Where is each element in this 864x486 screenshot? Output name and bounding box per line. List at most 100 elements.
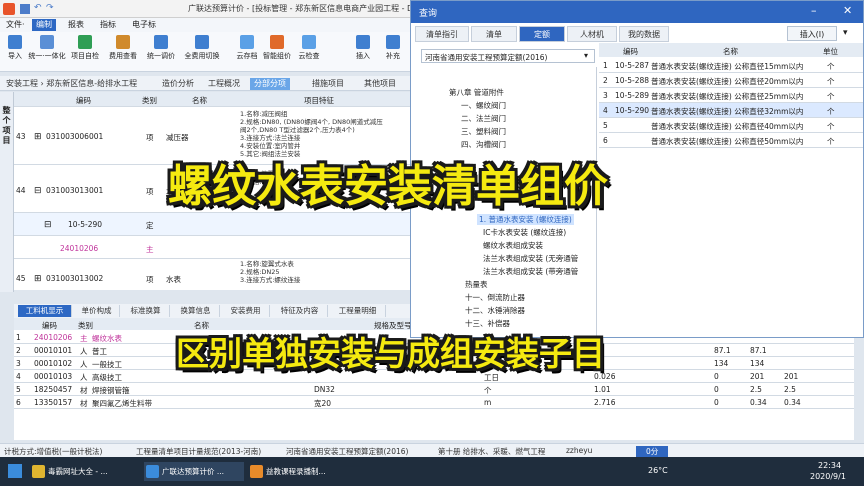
resource-type[interactable]: 人 [80, 372, 88, 383]
cloud-archive-button[interactable]: 云存档 [232, 35, 262, 61]
tab-my-data[interactable]: 我的数据 [619, 26, 669, 42]
resource-type[interactable]: 主 [80, 333, 88, 344]
task-glodon[interactable]: 广联达预算计价 ... [144, 462, 244, 481]
full-fee-switch-button[interactable]: 全费用切换 [182, 35, 222, 61]
resource-q3[interactable]: 2.5 [750, 385, 762, 394]
tab-standard-conversion[interactable]: 标准换算 [122, 305, 170, 317]
quota-unit[interactable]: 个 [827, 61, 835, 72]
resource-name[interactable]: 高级技工 [92, 372, 122, 383]
tab-resources[interactable]: 人材机 [567, 26, 617, 42]
row-code[interactable]: 24010206 [60, 244, 98, 253]
fee-view-button[interactable]: 费用查看 [108, 35, 138, 61]
resource-code[interactable]: 24010206 [34, 333, 72, 342]
tab-unit-price[interactable]: 单价构成 [74, 305, 120, 317]
redo-icon[interactable]: ↷ [46, 3, 54, 13]
quota-unit[interactable]: 个 [827, 76, 835, 87]
resource-q3[interactable]: 0.34 [750, 398, 767, 407]
quota-name[interactable]: 普通水表安装(螺纹连接) 公称直径50mm以内 [651, 136, 821, 147]
tree-node[interactable]: 十二、水锤消除器 [465, 305, 525, 316]
quota-unit[interactable]: 个 [827, 121, 835, 132]
resource-q2[interactable]: 87.1 [714, 346, 731, 355]
collapse-icon[interactable]: ⊟ [44, 220, 52, 230]
resource-code[interactable]: 00010101 [34, 346, 72, 355]
quota-code[interactable]: 10-5-290 [615, 106, 649, 115]
smart-price-button[interactable]: 智能组价 [262, 35, 292, 61]
task-recorder[interactable]: 益教课程录播制... [248, 462, 358, 481]
resource-q3[interactable]: 201 [750, 372, 764, 381]
self-check-button[interactable]: 项目自检 [70, 35, 100, 61]
insert-quota-button[interactable]: 插入(I) [787, 26, 837, 41]
resource-name[interactable]: 螺纹水表 [92, 333, 122, 344]
resource-q3[interactable]: 87.1 [750, 346, 767, 355]
save-icon[interactable] [20, 4, 30, 14]
quota-name[interactable]: 普通水表安装(螺纹连接) 公称直径40mm以内 [651, 121, 821, 132]
tree-node[interactable]: 热量表 [465, 279, 488, 290]
unify-price-button[interactable]: 统一调价 [146, 35, 176, 61]
tab-cost-analysis[interactable]: 造价分析 [158, 78, 198, 90]
row-code[interactable]: 031003006001 [46, 132, 103, 141]
menu-file[interactable]: 文件· [2, 19, 29, 31]
resource-code[interactable]: 00010103 [34, 372, 72, 381]
tab-sub-items[interactable]: 分部分项 [250, 78, 290, 90]
tree-node[interactable]: 一、螺纹阀门 [461, 100, 506, 111]
tab-other-items[interactable]: 其他项目 [360, 78, 400, 90]
supplement-button[interactable]: 补充 [378, 35, 408, 61]
resource-q1[interactable]: 2.716 [594, 398, 615, 407]
quota-unit[interactable]: 个 [827, 106, 835, 117]
tab-quantity-detail[interactable]: 工程量明细 [330, 305, 386, 317]
menu-edit[interactable]: 编制 [32, 19, 56, 31]
cloud-check-button[interactable]: 云检查 [294, 35, 324, 61]
tree-node[interactable]: 法兰水表组成安装 (无旁通管 [483, 253, 578, 264]
menu-report[interactable]: 报表 [64, 19, 88, 31]
menu-index[interactable]: 指标 [96, 19, 120, 31]
quota-name[interactable]: 普通水表安装(螺纹连接) 公称直径20mm以内 [651, 76, 821, 87]
unify-button[interactable]: 统一·一体化 [28, 35, 66, 61]
resource-type[interactable]: 人 [80, 346, 88, 357]
tree-node[interactable]: 螺纹水表组成安装 [483, 240, 543, 251]
insert-button[interactable]: 插入 [348, 35, 378, 61]
quota-code[interactable]: 10-5-289 [615, 91, 649, 100]
breadcrumb[interactable]: 安装工程 › 郑东新区信息-给排水工程 [2, 78, 141, 90]
tab-bill-guide[interactable]: 清单指引 [415, 26, 469, 42]
quota-code[interactable]: 10-5-287 [615, 61, 649, 70]
tree-node-chapter8[interactable]: 第八章 管道附件 [449, 87, 504, 98]
resource-q2[interactable]: 0 [714, 385, 719, 394]
quota-name[interactable]: 普通水表安装(螺纹连接) 公称直径15mm以内 [651, 61, 821, 72]
tab-install-fee[interactable]: 安装费用 [222, 305, 270, 317]
collapse-icon[interactable]: ⊟ [34, 186, 42, 196]
resource-type[interactable]: 材 [80, 385, 88, 396]
resource-q2[interactable]: 0 [714, 372, 719, 381]
minimize-icon[interactable]: – [811, 4, 817, 17]
quota-name[interactable]: 普通水表安装(螺纹连接) 公称直径32mm以内 [651, 106, 821, 117]
resource-spec[interactable]: DN32 [314, 385, 335, 394]
dialog-dropdown-arrow-icon[interactable]: ▾ [843, 28, 848, 38]
tab-bill[interactable]: 清单 [471, 26, 517, 42]
resource-q2[interactable]: 134 [714, 359, 728, 368]
row-feature[interactable]: 1.名称:旋翼式水表 2.规格:DN25 3.连接方式:螺纹连接 [240, 260, 300, 284]
row-name[interactable]: 水表 [166, 274, 181, 285]
resource-unit[interactable]: 个 [484, 385, 492, 396]
tab-conversion-info[interactable]: 换算信息 [172, 305, 220, 317]
close-icon[interactable]: ✕ [843, 4, 852, 17]
expand-icon[interactable]: ⊞ [34, 132, 42, 142]
expand-icon[interactable]: ⊞ [34, 274, 42, 284]
tab-quota[interactable]: 定额 [519, 26, 565, 42]
resource-q4[interactable]: 2.5 [784, 385, 796, 394]
project-sidebar[interactable]: 整个项目 [0, 92, 14, 292]
quota-library-select[interactable]: 河南省通用安装工程预算定额(2016) ▾ [421, 49, 595, 63]
row-code[interactable]: 031003013002 [46, 274, 103, 283]
tab-measures[interactable]: 措施项目 [308, 78, 348, 90]
undo-icon[interactable]: ↶ [34, 3, 42, 13]
tab-project-overview[interactable]: 工程概况 [204, 78, 244, 90]
resource-name[interactable]: 一般技工 [92, 359, 122, 370]
resource-code[interactable]: 18250457 [34, 385, 72, 394]
tree-node[interactable]: 四、沟槽阀门 [461, 139, 506, 150]
resource-unit[interactable]: m [484, 398, 491, 407]
resource-q2[interactable]: 0 [714, 398, 719, 407]
resource-q1[interactable]: 1.01 [594, 385, 611, 394]
tree-node[interactable]: 法兰水表组成安装 (带旁通管 [483, 266, 578, 277]
tree-node[interactable]: 十一、倒流防止器 [465, 292, 525, 303]
resource-name[interactable]: 焊接钢管箍 [92, 385, 130, 396]
resource-q3[interactable]: 134 [750, 359, 764, 368]
resource-type[interactable]: 人 [80, 359, 88, 370]
